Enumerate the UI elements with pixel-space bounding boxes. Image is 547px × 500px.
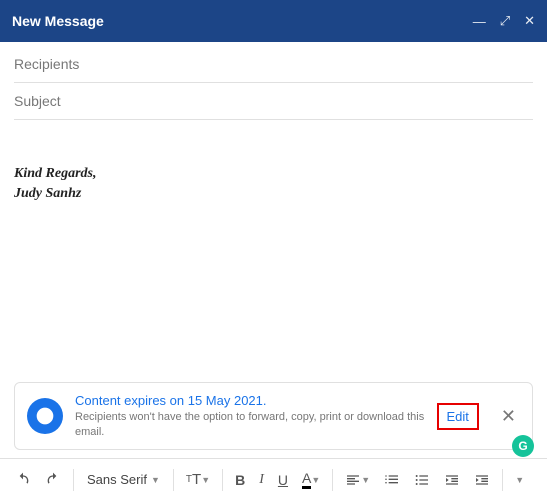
compose-window: New Message — ⤢ ✕ Recipients Subject Kin…	[0, 0, 547, 500]
font-family-label: Sans Serif	[87, 472, 147, 487]
chevron-down-icon: ▼	[201, 475, 210, 485]
compose-fields: Recipients Subject	[0, 42, 547, 120]
chevron-down-icon: ▼	[151, 475, 160, 485]
chevron-down-icon: ▼	[361, 475, 370, 485]
compose-header: New Message — ⤢ ✕	[0, 0, 547, 42]
italic-button[interactable]: I	[254, 468, 269, 492]
confidential-title: Content expires on 15 May 2021.	[75, 393, 425, 408]
confidential-subtitle: Recipients won't have the option to forw…	[75, 410, 425, 439]
toolbar-separator	[502, 469, 503, 491]
toolbar-separator	[222, 469, 223, 491]
compose-title: New Message	[12, 13, 473, 29]
close-icon[interactable]: ✕	[524, 13, 535, 29]
format-toolbar: Sans Serif ▼ TT ▼ B I U A ▼ ▼	[0, 458, 547, 500]
confidential-mode-bar: Content expires on 15 May 2021. Recipien…	[14, 382, 533, 450]
signature-block: Kind Regards, Judy Sanhz	[14, 164, 533, 203]
signature-line: Judy Sanhz	[14, 184, 533, 204]
chevron-down-icon: ▼	[515, 475, 524, 485]
toolbar-separator	[332, 469, 333, 491]
window-controls: — ⤢ ✕	[473, 13, 535, 29]
bulleted-list-button[interactable]	[409, 468, 435, 492]
undo-button[interactable]	[10, 468, 36, 492]
subject-field[interactable]: Subject	[14, 83, 533, 120]
more-formatting-button[interactable]: ▼	[510, 471, 529, 489]
message-body[interactable]: Kind Regards, Judy Sanhz	[0, 120, 547, 382]
confidential-clock-icon	[27, 398, 63, 434]
underline-button[interactable]: U	[273, 468, 293, 492]
align-button[interactable]: ▼	[340, 468, 375, 492]
chevron-down-icon: ▼	[311, 475, 320, 485]
redo-button[interactable]	[40, 468, 66, 492]
signature-line: Kind Regards,	[14, 164, 533, 184]
recipients-field[interactable]: Recipients	[14, 46, 533, 83]
indent-less-button[interactable]	[439, 468, 465, 492]
text-color-button[interactable]: A ▼	[297, 466, 325, 493]
font-family-select[interactable]: Sans Serif ▼	[81, 470, 166, 489]
toolbar-separator	[173, 469, 174, 491]
confidential-close-icon[interactable]: ✕	[497, 406, 520, 427]
expand-icon[interactable]: ⤢	[500, 13, 510, 29]
toolbar-separator	[73, 469, 74, 491]
numbered-list-button[interactable]	[379, 468, 405, 492]
grammarly-icon[interactable]: G	[512, 435, 534, 457]
indent-more-button[interactable]	[469, 468, 495, 492]
confidential-text: Content expires on 15 May 2021. Recipien…	[75, 393, 425, 439]
font-size-button[interactable]: TT ▼	[181, 467, 215, 492]
minimize-icon[interactable]: —	[473, 14, 486, 29]
confidential-edit-button[interactable]: Edit	[437, 403, 479, 430]
bold-button[interactable]: B	[230, 468, 250, 492]
